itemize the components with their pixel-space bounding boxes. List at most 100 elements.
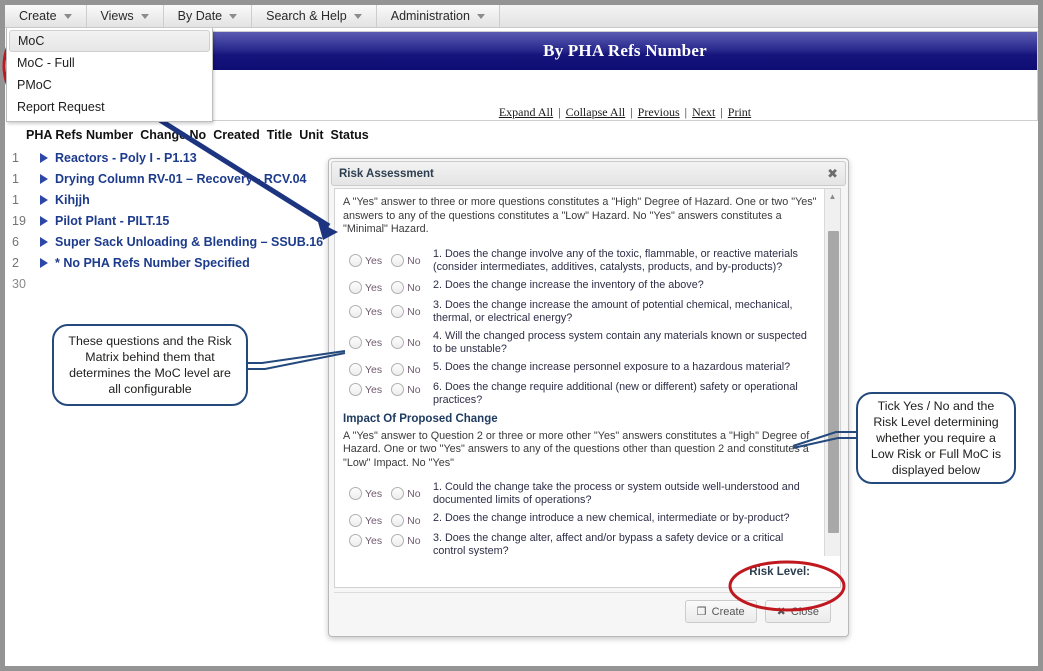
- menu-item-search-help[interactable]: Search & Help: [252, 5, 377, 27]
- expand-triangle-icon[interactable]: [40, 152, 48, 163]
- link-print[interactable]: Print: [728, 105, 751, 120]
- link-expand-all[interactable]: Expand All: [499, 105, 553, 120]
- tree-column-headers: PHA Refs Number Change No Created Title Unit…: [8, 128, 408, 142]
- radio-yes[interactable]: [349, 487, 362, 500]
- question-row: Yes No 1. Does the change involve any of…: [343, 246, 817, 274]
- expand-triangle-icon[interactable]: [40, 194, 48, 205]
- radio-no[interactable]: [391, 304, 405, 318]
- close-icon[interactable]: ✖: [827, 167, 838, 180]
- content-panel: By PHA Refs Number Expand All | Collapse…: [212, 31, 1038, 121]
- radio-no[interactable]: [391, 514, 405, 527]
- radio-no[interactable]: [391, 335, 405, 349]
- close-button[interactable]: ✖ Close: [764, 600, 831, 623]
- radio-yes[interactable]: [349, 534, 362, 547]
- expand-triangle-icon[interactable]: [40, 257, 48, 268]
- question-row: Yes No 6. Does the change require additi…: [343, 379, 817, 407]
- yes-no-options: Yes No: [343, 510, 433, 527]
- radio-yes[interactable]: [349, 335, 362, 349]
- radio-no[interactable]: [391, 253, 405, 267]
- menu-item-create[interactable]: Create: [5, 5, 87, 27]
- radio-yes[interactable]: [349, 362, 362, 376]
- menu-item-by-date[interactable]: By Date: [163, 5, 253, 27]
- tree-row-count: 1: [12, 192, 19, 207]
- dialog-title-text: Risk Assessment: [339, 167, 434, 180]
- tree-row-count: 2: [12, 255, 19, 270]
- dropdown-item-moc-full[interactable]: MoC - Full: [7, 52, 212, 74]
- create-button[interactable]: ❐ Create: [684, 600, 757, 623]
- radio-yes[interactable]: [349, 514, 362, 527]
- expand-triangle-icon[interactable]: [40, 236, 48, 247]
- tree-row-count: 1: [12, 171, 19, 186]
- radio-no[interactable]: [391, 362, 405, 376]
- radio-yes[interactable]: [349, 253, 362, 267]
- tree-row-label[interactable]: Kihjjh: [55, 193, 90, 207]
- section2-intro: A "Yes" answer to Question 2 or three or…: [343, 429, 810, 469]
- chevron-down-icon: [353, 13, 362, 19]
- dropdown-item-pmoc[interactable]: PMoC: [7, 74, 212, 96]
- link-separator-4: |: [720, 105, 723, 119]
- link-collapse-all[interactable]: Collapse All: [566, 105, 626, 120]
- expand-triangle-icon[interactable]: [40, 173, 48, 184]
- radio-no-label: No: [407, 535, 421, 547]
- tree-row-count: 6: [12, 234, 19, 249]
- expand-triangle-icon[interactable]: [40, 215, 48, 226]
- dialog-vertical-scrollbar[interactable]: ▲ ▼: [824, 189, 840, 587]
- tree-row-label[interactable]: Drying Column RV-01 – Recovery - RCV.04: [55, 172, 306, 186]
- radio-yes[interactable]: [349, 280, 362, 294]
- link-previous[interactable]: Previous: [638, 105, 680, 120]
- link-separator-1: |: [558, 105, 561, 119]
- yes-no-options: Yes No: [343, 328, 433, 349]
- question-text: 6. Does the change require additional (n…: [433, 380, 798, 406]
- question-row: Yes No 4. Will the changed process syste…: [343, 328, 817, 356]
- radio-yes-label: Yes: [365, 336, 383, 349]
- column-header-status: Status: [330, 128, 369, 142]
- radio-no-label: No: [407, 383, 421, 396]
- tree-row-label[interactable]: Super Sack Unloading & Blending – SSUB.1…: [55, 235, 323, 249]
- radio-yes-label: Yes: [365, 515, 383, 527]
- radio-no[interactable]: [391, 382, 405, 396]
- column-header-created: Created: [213, 128, 260, 142]
- radio-yes-label: Yes: [365, 305, 383, 318]
- yes-no-options: Yes No: [343, 277, 433, 294]
- radio-yes[interactable]: [349, 382, 362, 396]
- link-separator-3: |: [684, 105, 688, 119]
- dropdown-item-report-request[interactable]: Report Request: [7, 96, 212, 118]
- radio-no[interactable]: [391, 280, 405, 294]
- radio-no-label: No: [407, 363, 421, 376]
- dialog-title-bar: Risk Assessment ✖: [331, 161, 846, 186]
- tree-row-label[interactable]: Reactors - Poly I - P1.13: [55, 151, 197, 165]
- create-button-label: Create: [711, 605, 745, 618]
- radio-no[interactable]: [391, 487, 405, 500]
- menu-item-administration[interactable]: Administration: [376, 5, 500, 27]
- radio-no-label: No: [407, 281, 421, 294]
- scrollbar-thumb[interactable]: [828, 231, 839, 533]
- radio-no-label: No: [407, 515, 421, 527]
- dropdown-item-moc[interactable]: MoC: [9, 30, 210, 52]
- menu-item-views[interactable]: Views: [86, 5, 164, 27]
- tree-row-label[interactable]: Pilot Plant - PILT.15: [55, 214, 169, 228]
- chevron-down-icon: [140, 13, 149, 19]
- menu-item-create-label: Create: [19, 9, 57, 23]
- radio-yes[interactable]: [349, 304, 362, 318]
- column-header-unit: Unit: [299, 128, 324, 142]
- radio-no-label: No: [407, 305, 421, 318]
- link-next[interactable]: Next: [692, 105, 715, 120]
- tree-row-label[interactable]: * No PHA Refs Number Specified: [55, 256, 250, 270]
- link-separator-2: |: [630, 105, 633, 119]
- scroll-up-arrow-icon[interactable]: ▲: [825, 189, 840, 204]
- main-menu-bar: Create Views By Date Search & Help Admin…: [5, 5, 1038, 28]
- yes-no-options: Yes No: [343, 530, 433, 547]
- chevron-down-icon: [476, 13, 485, 19]
- screenshot-root: By PHA Refs Number Expand All | Collapse…: [0, 0, 1043, 671]
- tree-row-count: 19: [12, 213, 26, 228]
- dialog-body: A "Yes" answer to three or more question…: [334, 188, 841, 588]
- question-text: 5. Does the change increase personnel ex…: [433, 360, 791, 373]
- radio-no[interactable]: [391, 534, 405, 547]
- radio-no-label: No: [407, 254, 421, 267]
- column-header-pha-refs-number: PHA Refs Number: [26, 128, 134, 142]
- section1-intro: A "Yes" answer to three or more question…: [343, 196, 817, 235]
- risk-assessment-dialog: Risk Assessment ✖ A "Yes" answer to thre…: [328, 158, 849, 637]
- create-dropdown-menu: MoC MoC - Full PMoC Report Request: [6, 28, 213, 122]
- close-button-label: Close: [790, 605, 819, 618]
- tree-row-count: 1: [12, 150, 19, 165]
